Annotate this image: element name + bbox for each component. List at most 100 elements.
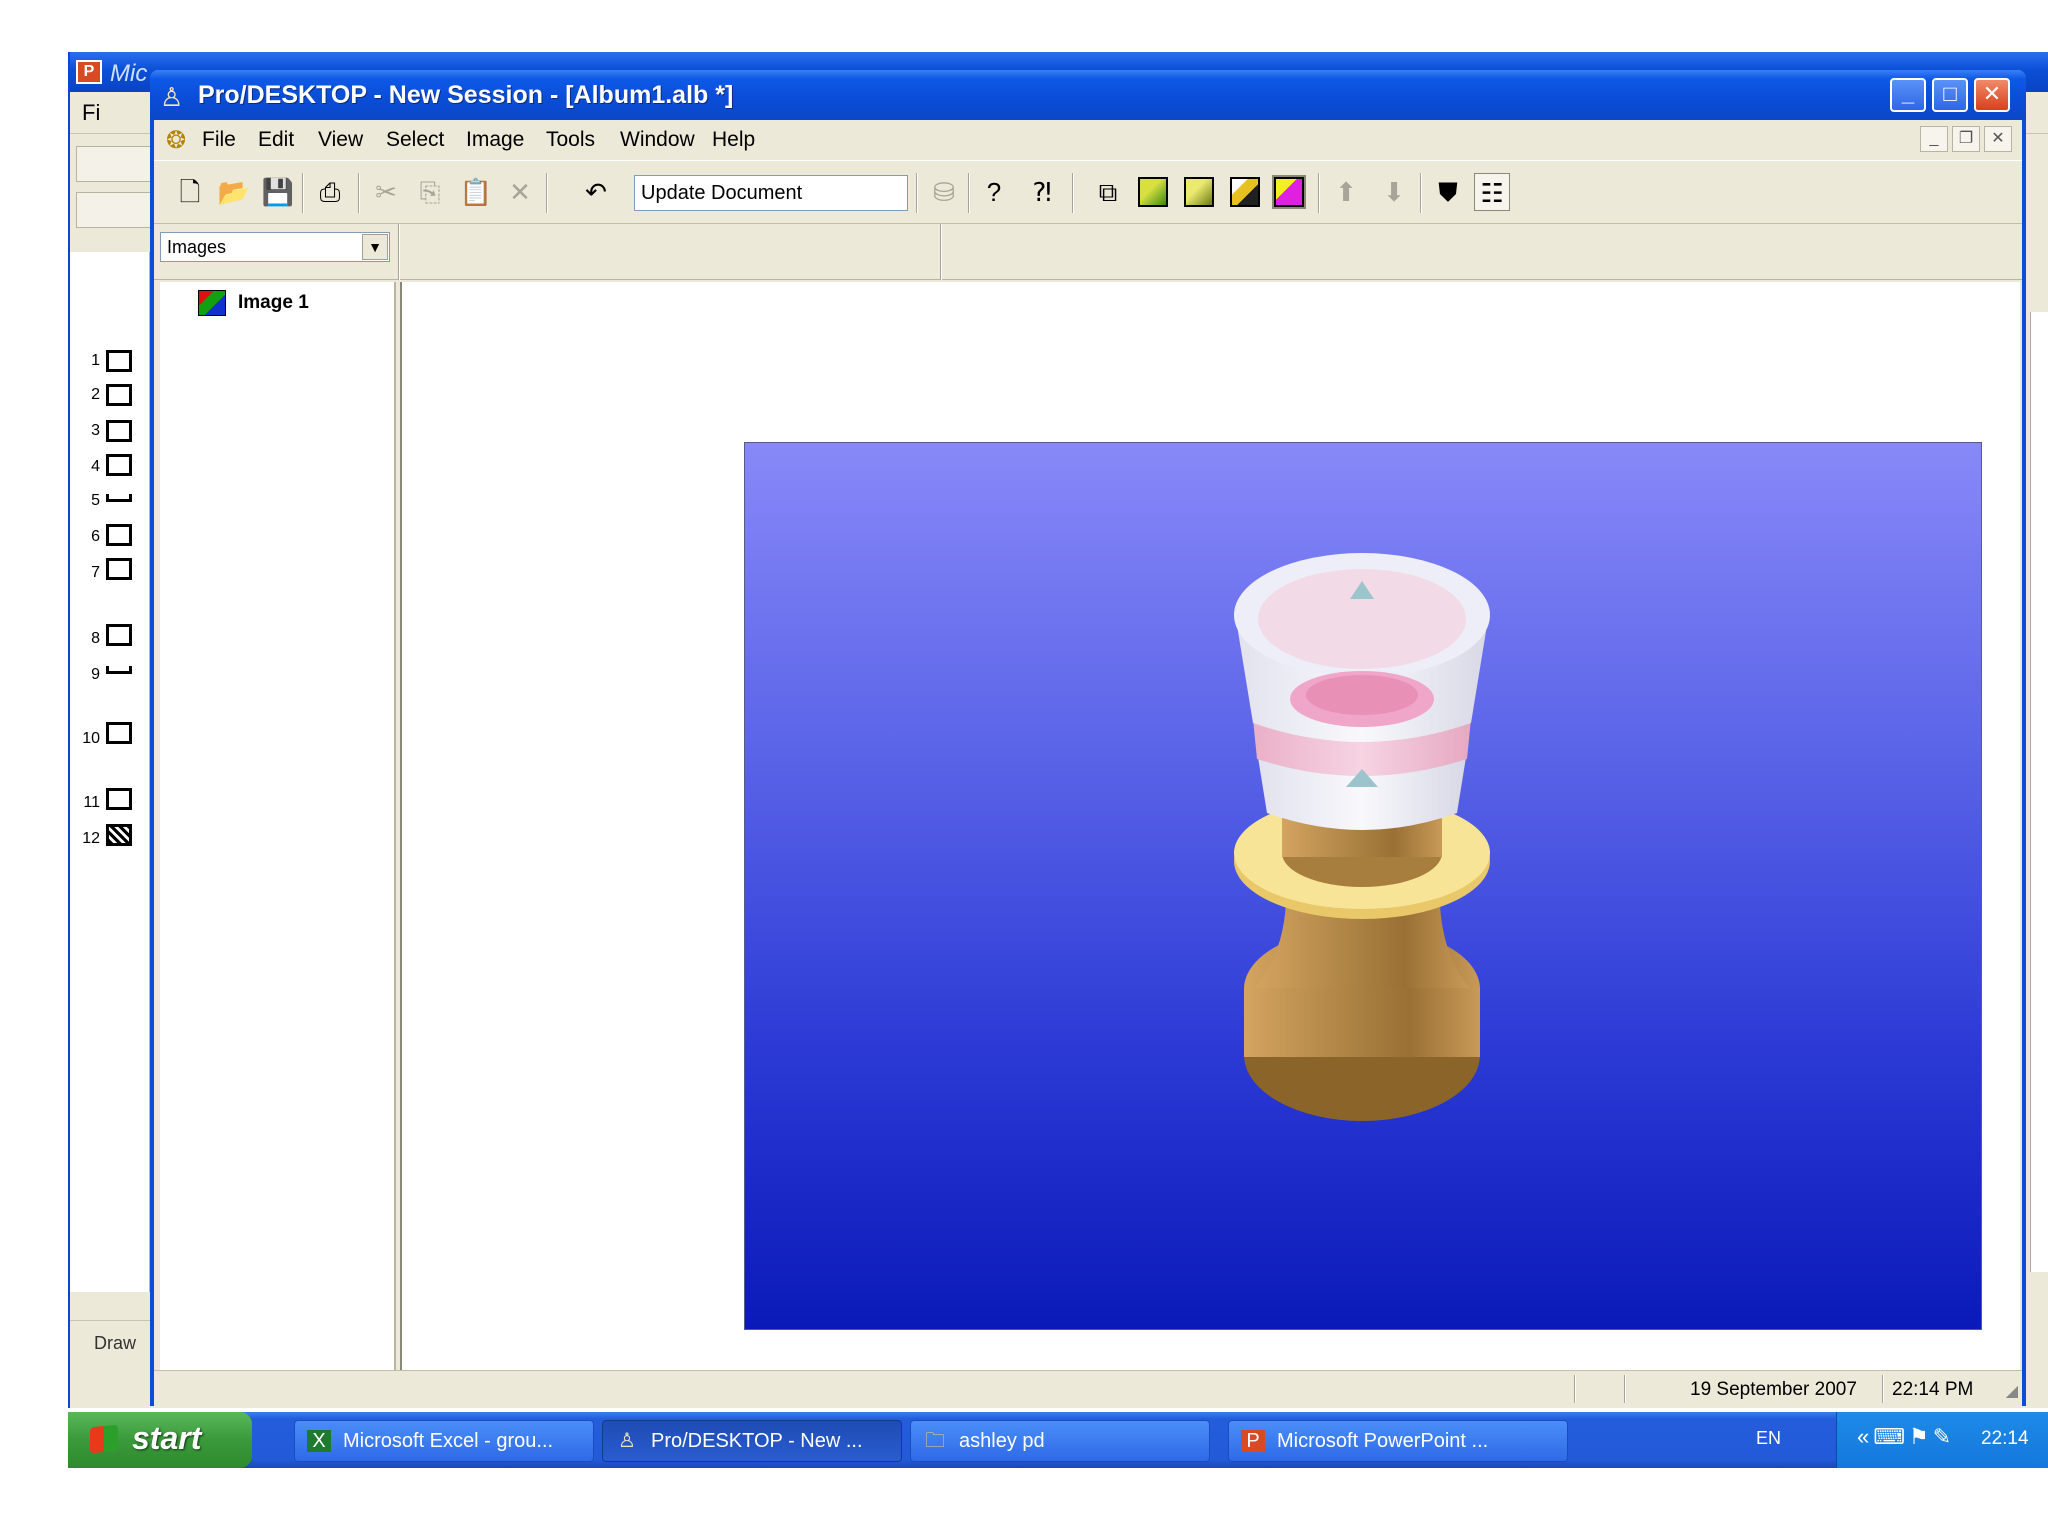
menu-file[interactable]: File bbox=[202, 128, 236, 152]
background-scrollbar[interactable] bbox=[2030, 312, 2048, 1272]
browser-header: Images ▼ bbox=[154, 224, 2022, 280]
status-bar: 19 September 2007 22:14 PM ◢ bbox=[154, 1370, 2022, 1406]
task-label: Pro/DESKTOP - New ... bbox=[651, 1430, 863, 1452]
slide-number: 4 bbox=[91, 458, 100, 475]
document-menu-icon[interactable]: ❂ bbox=[166, 126, 186, 155]
start-button[interactable]: start bbox=[68, 1412, 252, 1468]
print-icon[interactable]: ⎙ bbox=[312, 173, 348, 211]
taskbar: start X Microsoft Excel - grou... ♙ Pro/… bbox=[68, 1412, 2048, 1468]
background-font-box[interactable] bbox=[76, 146, 152, 182]
menu-window[interactable]: Window bbox=[620, 128, 695, 152]
hidden-line-icon[interactable] bbox=[1230, 177, 1260, 207]
menu-view[interactable]: View bbox=[318, 128, 363, 152]
folder-icon: 🗀 bbox=[925, 1430, 945, 1452]
help-icon[interactable]: ? bbox=[976, 173, 1012, 211]
prodesktop-icon: ♙ bbox=[618, 1430, 636, 1452]
background-toolbar[interactable] bbox=[76, 192, 152, 228]
slide-thumbnail[interactable] bbox=[106, 384, 132, 406]
mdi-minimize-button[interactable]: _ bbox=[1920, 126, 1948, 152]
mdi-restore-button[interactable]: ❐ bbox=[1952, 126, 1980, 152]
rendered-model bbox=[1234, 553, 1490, 1121]
slide-thumbnail[interactable] bbox=[106, 558, 132, 580]
draw-menu[interactable]: Draw bbox=[94, 1333, 136, 1354]
tray-icons[interactable]: «⌨⚑✎ bbox=[1857, 1424, 1955, 1450]
browser-type-dropdown[interactable]: Images ▼ bbox=[160, 232, 390, 262]
shaded-edges-icon[interactable] bbox=[1184, 177, 1214, 207]
slide-thumbnail[interactable] bbox=[106, 624, 132, 646]
new-icon[interactable]: 🗋 bbox=[172, 173, 208, 211]
render-icon[interactable] bbox=[1272, 175, 1306, 209]
update-document-icon[interactable]: ⛁ bbox=[926, 173, 962, 211]
status-date: 19 September 2007 bbox=[1690, 1379, 1857, 1400]
wireframe-icon[interactable]: ⧉ bbox=[1090, 173, 1126, 211]
undo-icon[interactable]: ↶ bbox=[578, 173, 614, 211]
move-up-icon[interactable]: ⬆ bbox=[1328, 173, 1364, 211]
powerpoint-icon: P bbox=[1241, 1430, 1265, 1452]
task-powerpoint[interactable]: P Microsoft PowerPoint ... bbox=[1228, 1420, 1568, 1462]
language-indicator[interactable]: EN bbox=[1756, 1428, 1781, 1449]
slide-number: 11 bbox=[83, 794, 100, 811]
draw-toolbar: Draw bbox=[70, 1320, 150, 1364]
powerpoint-icon: P bbox=[76, 60, 102, 84]
slide-thumbnail[interactable] bbox=[106, 454, 132, 476]
toolbar-separator bbox=[916, 173, 918, 213]
task-label: Microsoft PowerPoint ... bbox=[1277, 1430, 1489, 1452]
show-tree-icon[interactable]: ☷ bbox=[1474, 173, 1510, 211]
status-separator bbox=[1624, 1375, 1626, 1403]
toolbar-separator bbox=[968, 173, 970, 213]
copy-icon[interactable]: ⎘ bbox=[412, 173, 448, 211]
menu-select[interactable]: Select bbox=[386, 128, 444, 152]
menu-help[interactable]: Help bbox=[712, 128, 755, 152]
background-menu-file[interactable]: Fi bbox=[82, 100, 100, 126]
open-album-icon[interactable]: ⛊ bbox=[1430, 173, 1466, 211]
slide-number: 10 bbox=[82, 730, 100, 747]
windows-logo-icon bbox=[90, 1424, 118, 1454]
slide-thumbnail[interactable] bbox=[106, 494, 132, 502]
slide-thumbnail[interactable] bbox=[106, 788, 132, 810]
window-titlebar[interactable]: ♙ Pro/DESKTOP - New Session - [Album1.al… bbox=[150, 70, 2026, 120]
slide-number: 9 bbox=[91, 666, 100, 683]
window-title: Pro/DESKTOP - New Session - [Album1.alb … bbox=[198, 81, 734, 109]
close-button[interactable]: ✕ bbox=[1974, 78, 2010, 112]
prodesktop-window[interactable]: ♙ Pro/DESKTOP - New Session - [Album1.al… bbox=[150, 70, 2026, 1406]
slide-thumbnail[interactable] bbox=[106, 524, 132, 546]
slide-thumbnail-selected[interactable] bbox=[106, 824, 132, 846]
paste-icon[interactable]: 📋 bbox=[458, 173, 494, 211]
slide-thumbnail[interactable] bbox=[106, 420, 132, 442]
slide-number: 7 bbox=[91, 564, 100, 581]
resize-grip-icon[interactable]: ◢ bbox=[2006, 1381, 2018, 1401]
slide-thumbnail[interactable] bbox=[106, 666, 132, 674]
tree-item-label: Image 1 bbox=[238, 292, 309, 313]
menu-edit[interactable]: Edit bbox=[258, 128, 294, 152]
slide-thumbnail[interactable] bbox=[106, 350, 132, 372]
open-icon[interactable]: 📂 bbox=[216, 173, 252, 211]
move-down-icon[interactable]: ⬇ bbox=[1376, 173, 1412, 211]
save-icon[interactable]: 💾 bbox=[260, 173, 296, 211]
prodesktop-app-icon: ♙ bbox=[160, 82, 184, 112]
update-document-field[interactable]: Update Document bbox=[634, 175, 908, 211]
maximize-button[interactable]: □ bbox=[1932, 78, 1968, 112]
task-prodesktop[interactable]: ♙ Pro/DESKTOP - New ... bbox=[602, 1420, 902, 1462]
menu-tools[interactable]: Tools bbox=[546, 128, 595, 152]
toolbar-separator bbox=[358, 173, 360, 213]
rendered-image[interactable] bbox=[744, 442, 1982, 1330]
status-time: 22:14 PM bbox=[1892, 1379, 1974, 1400]
browser-tree[interactable]: Image 1 bbox=[160, 282, 396, 1376]
slide-number: 2 bbox=[91, 386, 100, 403]
mdi-close-button[interactable]: ✕ bbox=[1984, 126, 2012, 152]
chevron-down-icon[interactable]: ▼ bbox=[362, 234, 388, 260]
task-excel[interactable]: X Microsoft Excel - grou... bbox=[294, 1420, 594, 1462]
task-folder[interactable]: 🗀 ashley pd bbox=[910, 1420, 1210, 1462]
slide-thumbnail[interactable] bbox=[106, 722, 132, 744]
minimize-button[interactable]: _ bbox=[1890, 78, 1926, 112]
context-help-icon[interactable]: ⁈ bbox=[1024, 173, 1060, 211]
slide-thumbnail-pane[interactable]: 1 2 3 4 5 6 7 8 9 10 11 12 bbox=[70, 252, 150, 1332]
shaded-icon[interactable] bbox=[1138, 177, 1168, 207]
menu-image[interactable]: Image bbox=[466, 128, 524, 152]
background-window-title: Mic bbox=[110, 60, 148, 87]
slide-number: 5 bbox=[91, 492, 100, 509]
cut-icon[interactable]: ✂ bbox=[368, 173, 404, 211]
delete-icon[interactable]: ✕ bbox=[502, 173, 538, 211]
tray-clock[interactable]: 22:14 bbox=[1981, 1428, 2029, 1450]
task-label: ashley pd bbox=[959, 1430, 1045, 1452]
